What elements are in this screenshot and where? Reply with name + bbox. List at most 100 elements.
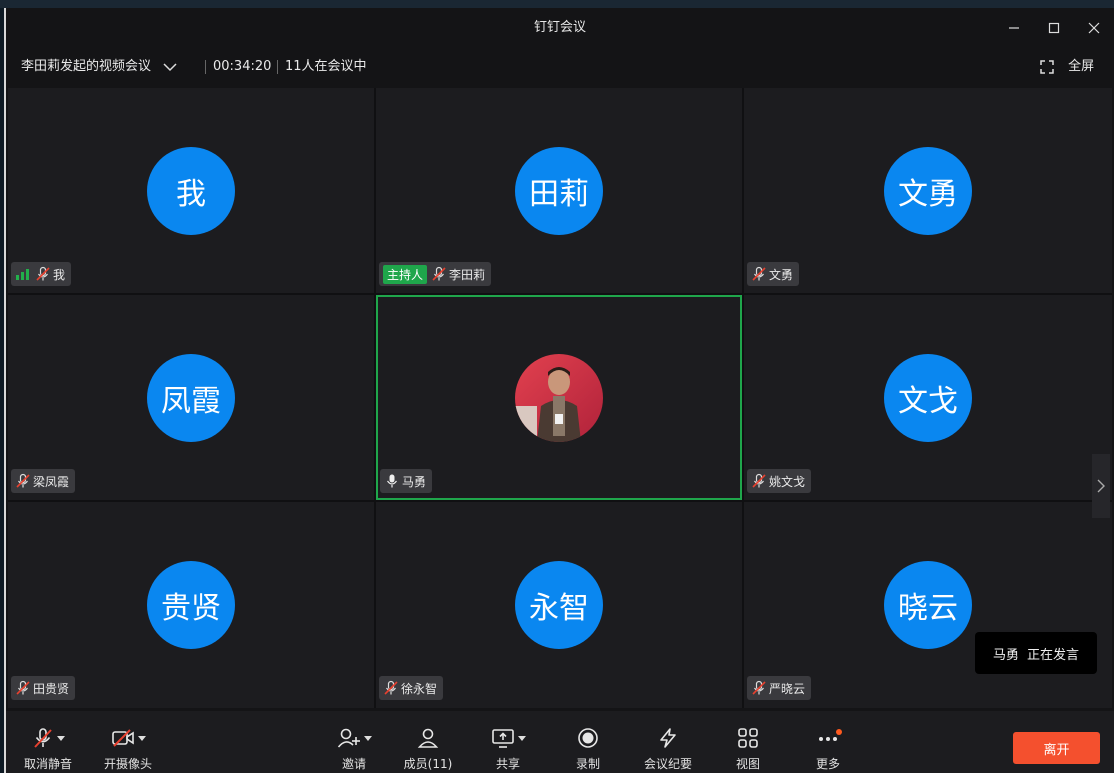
meeting-name-dropdown[interactable]: 李田莉发起的视频会议	[21, 48, 177, 86]
caret-down-icon[interactable]	[517, 735, 526, 741]
video-grid: 我 我 田莉 主持人 李田莉 文勇 文勇 凤霞 梁凤霞 马勇 文戈 姚文戈 贵贤…	[8, 88, 1112, 708]
view-label: 视图	[735, 757, 760, 771]
mic-muted-icon	[432, 266, 446, 281]
meeting-name: 李田莉发起的视频会议	[21, 59, 152, 74]
participant-name: 徐永智	[401, 681, 438, 696]
window-title: 钉钉会议	[533, 20, 586, 35]
participant-name: 马勇	[402, 474, 427, 489]
next-page-button[interactable]	[1092, 454, 1110, 518]
participant-nametag: 马勇	[380, 469, 433, 493]
camera-off-icon	[111, 729, 134, 747]
participant-photo	[515, 354, 603, 442]
meeting-duration: 00:34:20	[213, 59, 272, 74]
unmute-button[interactable]: 取消静音	[20, 711, 76, 773]
fullscreen-label: 全屏	[1068, 59, 1095, 74]
record-label: 录制	[575, 757, 600, 771]
speaking-status: 正在发言	[1027, 647, 1080, 663]
participant-nametag: 主持人 李田莉	[379, 262, 492, 286]
participant-avatar: 文戈	[884, 354, 972, 442]
mic-muted-icon	[16, 473, 30, 488]
members-icon	[417, 728, 439, 748]
participant-tile[interactable]: 文戈 姚文戈	[744, 295, 1112, 500]
mic-muted-icon	[16, 680, 30, 695]
meeting-window: 钉钉会议 李田莉发起的视频会议 00:34:20 11人在会议中 全屏 我 我 …	[4, 8, 1114, 773]
invite-button[interactable]: 邀请	[332, 711, 376, 773]
participant-nametag: 文勇	[747, 262, 800, 286]
participant-name: 我	[53, 267, 66, 282]
mic-muted-icon	[33, 728, 52, 748]
mic-muted-icon	[384, 680, 398, 695]
meeting-toolbar: 取消静音 开摄像头 邀请 成员(11) 共享 录制 会议纪要 视图 更多 离开	[6, 711, 1114, 773]
participant-tile[interactable]: 田莉 主持人 李田莉	[376, 88, 742, 293]
speaking-name: 马勇	[992, 647, 1019, 663]
participant-name: 李田莉	[449, 267, 486, 282]
participant-tile[interactable]: 贵贤 田贵贤	[8, 502, 374, 708]
participant-avatar: 凤霞	[147, 354, 235, 442]
record-button[interactable]: 录制	[568, 711, 608, 773]
camera-button[interactable]: 开摄像头	[100, 711, 156, 773]
close-icon[interactable]	[1082, 16, 1106, 40]
members-button[interactable]: 成员(11)	[400, 711, 456, 773]
participant-name: 严晓云	[769, 681, 806, 696]
participant-avatar: 晓云	[884, 561, 972, 649]
camera-label: 开摄像头	[103, 757, 152, 771]
mic-muted-icon	[752, 266, 766, 281]
notification-dot	[836, 729, 842, 735]
divider	[277, 60, 278, 74]
mic-icon	[387, 474, 397, 488]
meeting-info-bar: 李田莉发起的视频会议 00:34:20 11人在会议中 全屏	[6, 48, 1114, 86]
caret-down-icon[interactable]	[363, 735, 372, 741]
chevron-down-icon	[163, 62, 177, 71]
caret-down-icon[interactable]	[56, 735, 65, 741]
participant-avatar: 文勇	[884, 147, 972, 235]
unmute-label: 取消静音	[23, 757, 72, 771]
share-label: 共享	[495, 757, 520, 771]
participant-name: 文勇	[769, 267, 794, 282]
minutes-button[interactable]: 会议纪要	[640, 711, 696, 773]
active-speaker-tile[interactable]: 马勇	[376, 295, 742, 500]
desktop-strip	[0, 0, 1114, 8]
participant-tile[interactable]: 永智 徐永智	[376, 502, 742, 708]
view-button[interactable]: 视图	[730, 711, 766, 773]
invite-label: 邀请	[341, 757, 366, 771]
participant-name: 姚文戈	[769, 474, 806, 489]
participant-nametag: 严晓云	[747, 676, 812, 700]
participant-name: 田贵贤	[33, 681, 70, 696]
leave-button[interactable]: 离开	[1013, 732, 1100, 764]
participant-avatar: 贵贤	[147, 561, 235, 649]
mic-muted-icon	[752, 680, 766, 695]
minimize-icon[interactable]	[1002, 16, 1026, 40]
mic-muted-icon	[36, 266, 50, 281]
maximize-icon[interactable]	[1042, 16, 1066, 40]
signal-strength-icon	[16, 269, 29, 280]
participant-tile[interactable]: 我 我	[8, 88, 374, 293]
chevron-right-icon	[1097, 479, 1105, 493]
participant-nametag: 姚文戈	[747, 469, 812, 493]
more-button[interactable]: 更多	[810, 711, 846, 773]
participant-nametag: 我	[11, 262, 72, 286]
participant-avatar: 永智	[515, 561, 603, 649]
screen-share-icon	[491, 729, 514, 748]
mic-muted-icon	[752, 473, 766, 488]
participant-tile[interactable]: 凤霞 梁凤霞	[8, 295, 374, 500]
participant-avatar: 田莉	[515, 147, 603, 235]
minutes-icon	[660, 728, 676, 748]
divider	[205, 60, 206, 74]
minutes-label: 会议纪要	[643, 757, 692, 771]
share-button[interactable]: 共享	[486, 711, 530, 773]
fullscreen-icon	[1040, 59, 1054, 74]
caret-down-icon[interactable]	[137, 735, 146, 741]
participant-tile[interactable]: 文勇 文勇	[744, 88, 1112, 293]
fullscreen-button[interactable]: 全屏	[1040, 48, 1094, 86]
record-icon	[578, 728, 598, 748]
title-bar: 钉钉会议	[6, 8, 1114, 48]
participant-avatar: 我	[147, 147, 235, 235]
participant-count: 11人在会议中	[285, 59, 367, 74]
participant-nametag: 梁凤霞	[11, 469, 76, 493]
members-label: 成员(11)	[403, 757, 453, 771]
participant-tile[interactable]: 晓云 严晓云	[744, 502, 1112, 708]
add-user-icon	[337, 728, 360, 748]
more-label: 更多	[815, 757, 840, 771]
participant-nametag: 徐永智	[379, 676, 444, 700]
host-badge: 主持人	[383, 264, 428, 284]
